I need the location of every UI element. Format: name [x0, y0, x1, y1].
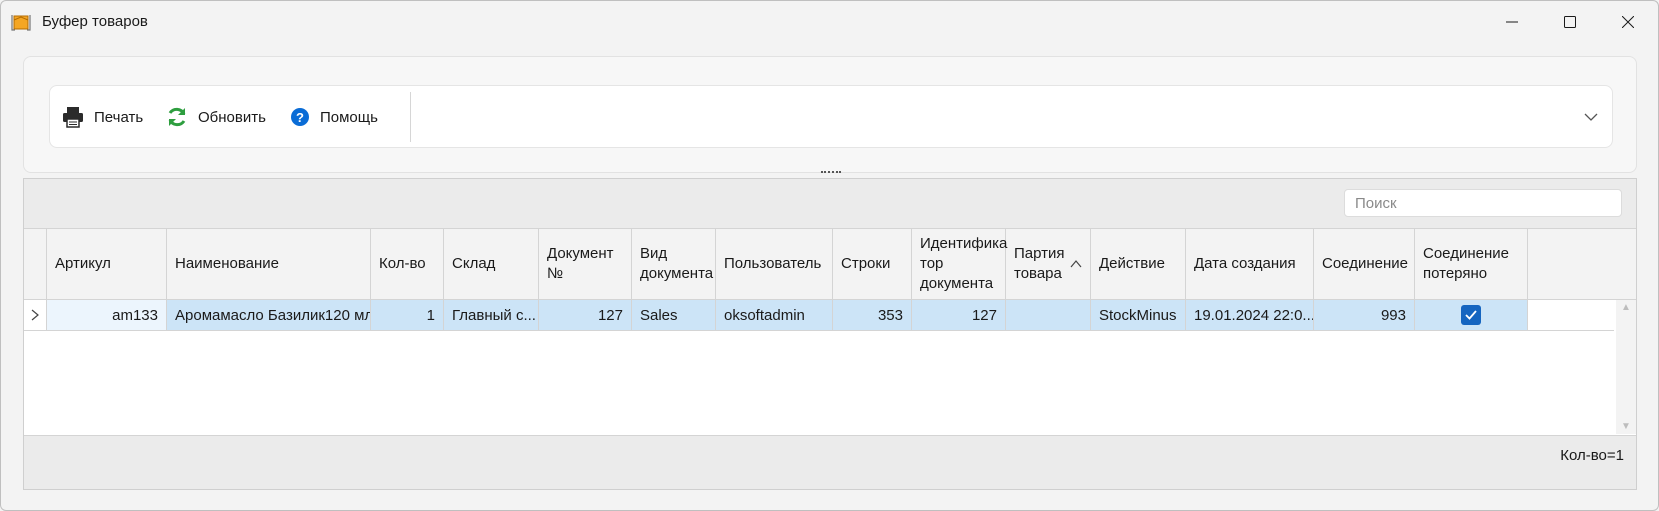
toolbar-separator — [410, 92, 411, 142]
cell-article[interactable]: am133 — [47, 300, 167, 330]
checkmark-icon — [1465, 310, 1477, 320]
column-header-warehouse[interactable]: Склад — [444, 229, 539, 299]
grid-header: Артикул Наименование Кол-во Склад Докуме… — [24, 229, 1636, 300]
help-icon: ? — [291, 108, 309, 126]
splitter-handle[interactable] — [821, 171, 841, 177]
cell-created[interactable]: 19.01.2024 22:0... — [1186, 300, 1314, 330]
column-header-name[interactable]: Наименование — [167, 229, 371, 299]
refresh-button[interactable]: Обновить — [166, 102, 266, 132]
window-title: Буфер товаров — [42, 13, 148, 30]
refresh-label: Обновить — [198, 108, 266, 126]
column-header-batch[interactable]: Партия товара — [1006, 229, 1091, 299]
cell-doc-type[interactable]: Sales — [632, 300, 716, 330]
search-input[interactable] — [1344, 189, 1622, 217]
title-bar: Буфер товаров — [1, 1, 1658, 43]
grid-panel: Артикул Наименование Кол-во Склад Докуме… — [23, 178, 1637, 490]
maximize-button[interactable] — [1542, 1, 1598, 43]
print-label: Печать — [94, 108, 144, 126]
vertical-scrollbar[interactable]: ▲ ▼ — [1616, 300, 1636, 434]
chevron-right-icon — [31, 309, 39, 321]
close-icon — [1622, 16, 1634, 28]
column-header-created[interactable]: Дата создания — [1186, 229, 1314, 299]
toolbar: Печать Обновить ? Помощь — [49, 85, 1613, 148]
maximize-icon — [1564, 16, 1576, 28]
toolbar-panel: Печать Обновить ? Помощь — [23, 56, 1637, 173]
cell-name[interactable]: Аромамасло Базилик120 мл — [167, 300, 371, 330]
cell-qty[interactable]: 1 — [371, 300, 444, 330]
column-header-doc-type[interactable]: Вид документа — [632, 229, 716, 299]
scroll-down-icon[interactable]: ▼ — [1621, 421, 1631, 432]
close-button[interactable] — [1600, 1, 1656, 43]
column-header-lines[interactable]: Строки — [833, 229, 912, 299]
scroll-up-icon[interactable]: ▲ — [1621, 302, 1631, 313]
cell-doc-no[interactable]: 127 — [539, 300, 632, 330]
connection-lost-checkbox[interactable] — [1461, 305, 1481, 325]
box-icon — [11, 12, 31, 32]
column-header-connection[interactable]: Соединение — [1314, 229, 1415, 299]
table-row[interactable]: am133 Аромамасло Базилик120 мл 1 Главный… — [24, 300, 1614, 331]
row-indicator[interactable] — [24, 300, 47, 330]
cell-action[interactable]: StockMinus — [1091, 300, 1186, 330]
cell-connection-lost[interactable] — [1415, 300, 1528, 330]
data-grid: Артикул Наименование Кол-во Склад Докуме… — [24, 228, 1636, 436]
minimize-icon — [1506, 21, 1518, 23]
cell-lines[interactable]: 353 — [833, 300, 912, 330]
sort-ascending-icon — [1070, 260, 1082, 268]
row-indicator-header — [24, 229, 47, 299]
column-header-user[interactable]: Пользователь — [716, 229, 833, 299]
help-button[interactable]: ? Помощь — [290, 102, 378, 132]
column-header-connection-lost[interactable]: Соединение потеряно — [1415, 229, 1528, 299]
minimize-button[interactable] — [1484, 1, 1540, 43]
column-header-doc-no[interactable]: Документ № — [539, 229, 632, 299]
svg-text:?: ? — [296, 110, 304, 125]
cell-batch[interactable] — [1006, 300, 1091, 330]
cell-user[interactable]: oksoftadmin — [716, 300, 833, 330]
row-count: Кол-во=1 — [1560, 446, 1624, 464]
column-header-article[interactable]: Артикул — [47, 229, 167, 299]
chevron-down-icon — [1584, 113, 1598, 121]
column-header-qty[interactable]: Кол-во — [371, 229, 444, 299]
cell-warehouse[interactable]: Главный с... — [444, 300, 539, 330]
app-window: Буфер товаров Печать Обновить ? Помощь П… — [0, 0, 1659, 511]
cell-connection[interactable]: 993 — [1314, 300, 1415, 330]
expand-toolbar-button[interactable] — [1582, 108, 1600, 126]
help-label: Помощь — [320, 108, 378, 126]
cell-doc-id[interactable]: 127 — [912, 300, 1006, 330]
column-header-doc-id[interactable]: Идентифика тор документа — [912, 229, 1007, 299]
refresh-icon — [168, 107, 186, 127]
printer-icon — [63, 107, 83, 128]
column-header-action[interactable]: Действие — [1091, 229, 1186, 299]
print-button[interactable]: Печать — [62, 102, 143, 132]
